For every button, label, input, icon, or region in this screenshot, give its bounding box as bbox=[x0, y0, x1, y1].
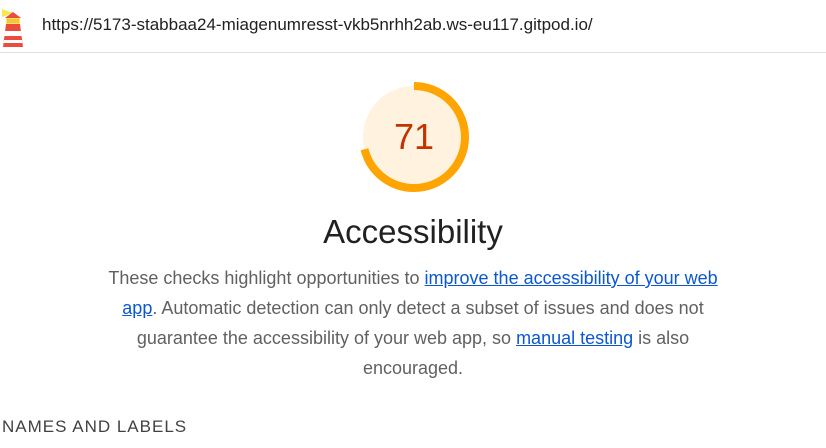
audit-group-title: NAMES AND LABELS bbox=[2, 417, 188, 436]
lighthouse-icon bbox=[2, 9, 23, 47]
category-title: Accessibility bbox=[323, 213, 503, 250]
description-text-1: These checks highlight opportunities to bbox=[108, 268, 425, 288]
score-value: 71 bbox=[393, 116, 435, 157]
manual-testing-link[interactable]: manual testing bbox=[516, 328, 633, 348]
report-url-link[interactable]: https://5173-stabbaa24-miagenumresst-vkb… bbox=[42, 15, 593, 35]
category-description: These checks highlight opportunities to … bbox=[108, 263, 718, 383]
report-header: https://5173-stabbaa24-miagenumresst-vkb… bbox=[0, 0, 826, 53]
